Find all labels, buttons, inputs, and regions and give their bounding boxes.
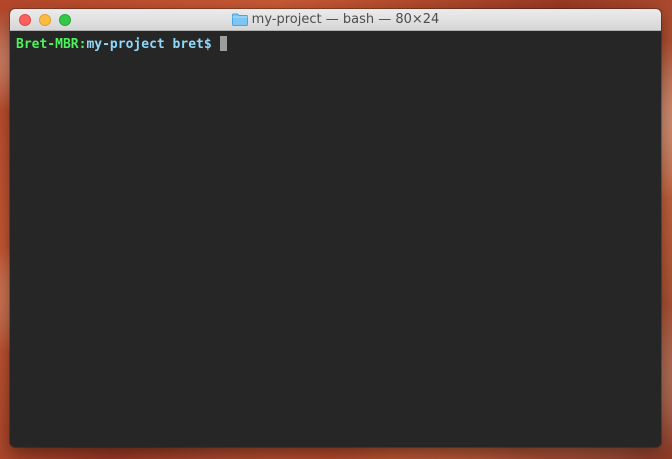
text-cursor [219, 36, 227, 51]
folder-icon[interactable] [231, 13, 248, 26]
prompt-host: Bret-MBR: [16, 37, 87, 52]
window-title: my-project — bash — 80×24 [10, 9, 661, 30]
window-title-text: my-project — bash — 80×24 [251, 12, 440, 27]
terminal-area[interactable]: Bret-MBR:my-project bret$ [10, 31, 661, 447]
title-bar[interactable]: my-project — bash — 80×24 [10, 9, 661, 31]
prompt-path: my-project bret$ [86, 37, 212, 52]
terminal-window: my-project — bash — 80×24 Bret-MBR:my-pr… [10, 9, 661, 447]
